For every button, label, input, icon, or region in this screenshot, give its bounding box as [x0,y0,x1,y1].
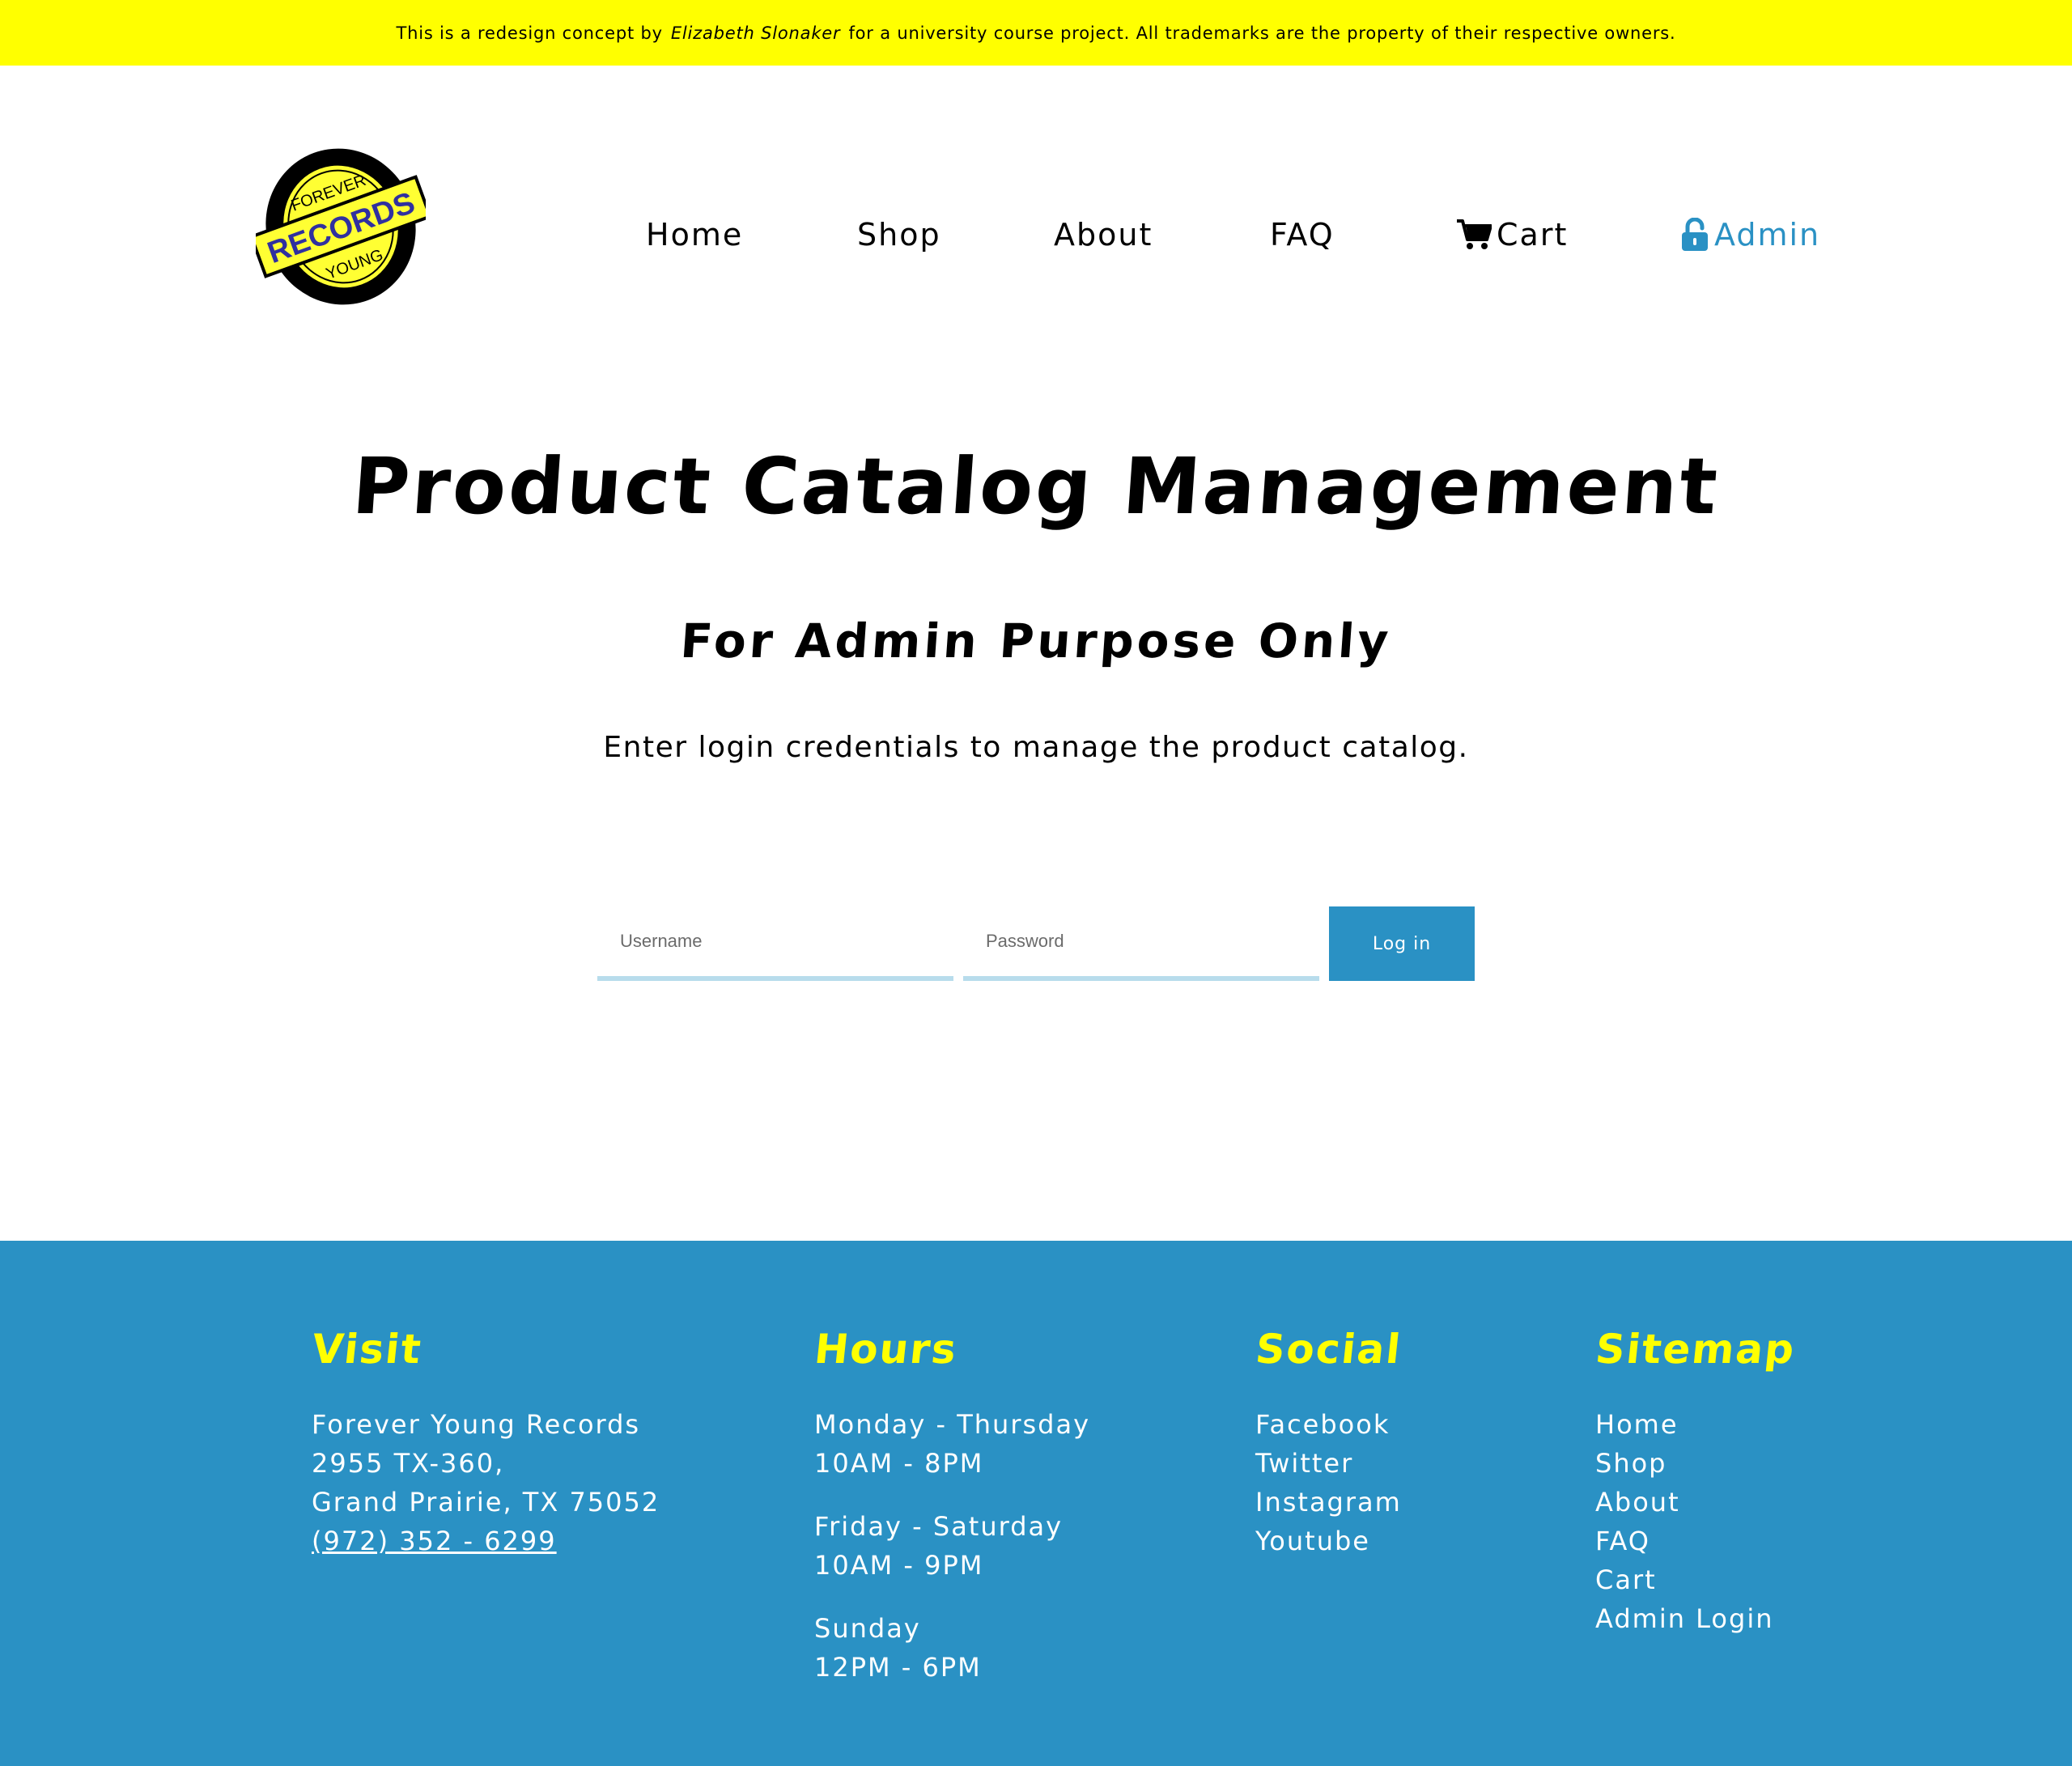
banner-suffix: for a university course project. All tra… [848,23,1676,43]
hours-sunday-time: 12PM - 6PM [814,1652,982,1683]
footer-visit-column: Visit Forever Young Records 2955 TX-360,… [310,1326,660,1560]
store-phone-link[interactable]: (972) 352 - 6299 [312,1526,557,1556]
hours-weekday-time: 10AM - 8PM [814,1448,984,1479]
social-facebook-link[interactable]: Facebook [1255,1409,1390,1440]
social-youtube-link[interactable]: Youtube [1255,1526,1370,1556]
footer-sitemap-heading: Sitemap [1593,1326,1798,1373]
nav-home[interactable]: Home [646,210,743,259]
username-input[interactable] [597,906,953,981]
store-street: 2955 TX-360, [312,1448,505,1479]
social-instagram-link[interactable]: Instagram [1255,1487,1402,1518]
admin-login-form: Log in [597,906,1475,981]
login-instructions: Enter login credentials to manage the pr… [603,731,1469,764]
sitemap-home-link[interactable]: Home [1595,1409,1679,1440]
footer-hours-column: Hours Monday - Thursday 10AM - 8PM Frida… [812,1326,1091,1711]
nav-cart-label: Cart [1497,217,1569,253]
footer-hours-heading: Hours [812,1326,960,1373]
log-in-button[interactable]: Log in [1329,906,1475,981]
sitemap-shop-link[interactable]: Shop [1595,1448,1667,1479]
hours-weekend-days: Friday - Saturday [814,1511,1064,1542]
main-navigation: Home Shop About FAQ Cart Admin [0,210,2072,259]
sitemap-about-link[interactable]: About [1595,1487,1680,1518]
page-title: Product Catalog Management [349,441,1723,532]
nav-shop[interactable]: Shop [857,210,941,259]
nav-admin[interactable]: Admin [1680,210,1820,259]
footer-visit-heading: Visit [309,1326,425,1373]
footer-social-column: Social Facebook Twitter Instagram Youtub… [1253,1326,1404,1560]
banner-prefix: This is a redesign concept by [396,23,663,43]
sitemap-faq-link[interactable]: FAQ [1595,1526,1650,1556]
page-subtitle: For Admin Purpose Only [678,613,1394,669]
site-footer: Visit Forever Young Records 2955 TX-360,… [0,1241,2072,1766]
hours-weekend-time: 10AM - 9PM [814,1550,984,1581]
hours-weekday-days: Monday - Thursday [814,1409,1091,1440]
nav-faq[interactable]: FAQ [1270,210,1335,259]
social-twitter-link[interactable]: Twitter [1255,1448,1353,1479]
footer-sitemap-column: Sitemap Home Shop About FAQ Cart Admin L… [1593,1326,1798,1638]
unlock-icon [1682,218,1708,251]
banner-author: Elizabeth Slonaker [670,23,841,43]
nav-cart[interactable]: Cart [1456,210,1568,259]
disclaimer-banner: This is a redesign concept by Elizabeth … [0,0,2072,66]
store-city: Grand Prairie, TX 75052 [312,1487,660,1518]
nav-admin-label: Admin [1714,217,1821,253]
sitemap-admin-login-link[interactable]: Admin Login [1595,1603,1773,1634]
cart-icon [1457,219,1492,249]
footer-social-heading: Social [1253,1326,1404,1373]
hours-sunday-days: Sunday [814,1613,921,1644]
sitemap-cart-link[interactable]: Cart [1595,1564,1657,1595]
nav-about[interactable]: About [1054,210,1153,259]
store-name: Forever Young Records [312,1409,641,1440]
password-input[interactable] [963,906,1319,981]
